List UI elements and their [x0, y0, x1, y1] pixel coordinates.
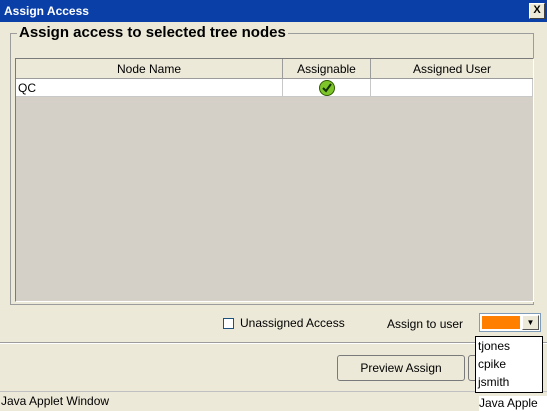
- assignable-cell: [283, 79, 371, 97]
- close-icon: X: [533, 4, 541, 16]
- dropdown-option-jsmith[interactable]: jsmith: [476, 373, 542, 391]
- unassigned-access-checkbox[interactable]: [223, 317, 234, 329]
- status-bar: Java Applet Window: [0, 391, 547, 411]
- close-button[interactable]: X: [529, 3, 545, 19]
- status-text: Java Applet Window: [1, 394, 110, 408]
- unassigned-access-label: Unassigned Access: [240, 316, 345, 330]
- popup-status-text: Java Apple: [479, 396, 547, 411]
- selected-color-swatch: [482, 316, 520, 329]
- column-node-name[interactable]: Node Name: [16, 59, 283, 79]
- dropdown-option-cpike[interactable]: cpike: [476, 355, 542, 373]
- assign-user-select[interactable]: ▼: [479, 313, 541, 332]
- panel-title: Assign access to selected tree nodes: [17, 24, 288, 41]
- check-icon: [319, 80, 335, 96]
- divider-highlight: [0, 343, 547, 344]
- assign-to-user-label: Assign to user: [387, 317, 464, 331]
- preview-assign-button[interactable]: Preview Assign: [337, 355, 465, 381]
- window-title: Assign Access: [4, 4, 89, 18]
- assigned-user-cell: [371, 79, 533, 97]
- column-assigned-user[interactable]: Assigned User: [371, 59, 533, 79]
- title-bar: Assign Access X: [0, 0, 547, 22]
- chevron-down-icon[interactable]: ▼: [522, 315, 539, 330]
- table-header: Node Name Assignable Assigned User: [16, 59, 533, 79]
- node-name-cell: QC: [16, 79, 283, 97]
- table-row[interactable]: QC: [16, 79, 533, 97]
- node-table: Node Name Assignable Assigned User QC: [15, 58, 534, 302]
- unassigned-access-option[interactable]: Unassigned Access: [223, 316, 345, 330]
- dropdown-option-tjones[interactable]: tjones: [476, 337, 542, 355]
- user-dropdown-list: tjones cpike jsmith: [475, 336, 543, 393]
- column-assignable[interactable]: Assignable: [283, 59, 371, 79]
